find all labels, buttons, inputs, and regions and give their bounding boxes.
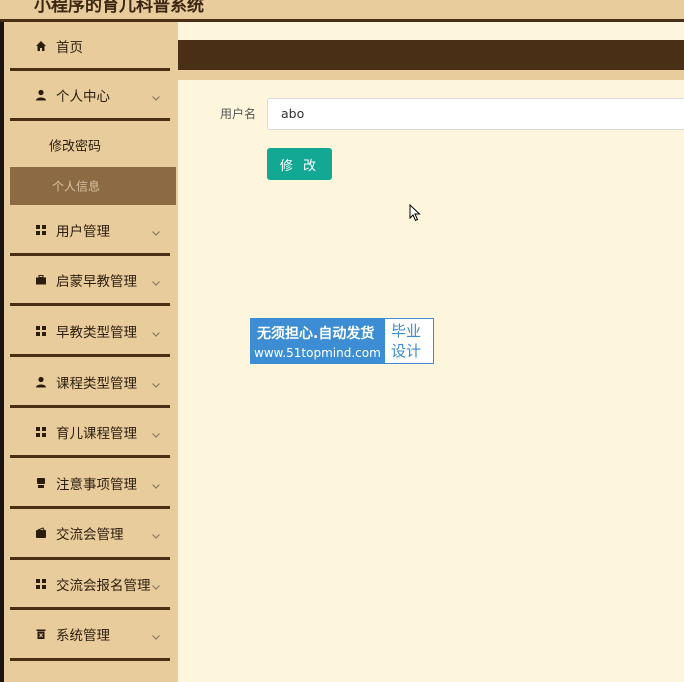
briefcase-icon <box>35 274 47 286</box>
trash-icon <box>35 628 47 640</box>
sidebar: 首页 个人中心 修改密码 个人信息 用户管理 启蒙早教管理 早教类型管理 课程类… <box>4 22 178 682</box>
grid-icon <box>35 325 47 337</box>
sidebar-item-exchange-registration[interactable]: 交流会报名管理 <box>4 560 178 608</box>
sidebar-item-notes[interactable]: 注意事项管理 <box>4 459 178 507</box>
watermark-badge: 无须担心.自动发货 www.51topmind.com 毕业设计 <box>250 318 434 364</box>
username-label: 用户名 <box>220 107 257 121</box>
submenu-personal-info[interactable]: 个人信息 <box>10 167 176 205</box>
submit-button[interactable]: 修 改 <box>267 148 332 180</box>
submenu-label: 修改密码 <box>49 139 102 155</box>
chevron-down-icon <box>150 274 162 286</box>
sidebar-item-personal-center[interactable]: 个人中心 <box>4 71 178 119</box>
content-header-bar <box>178 40 684 70</box>
username-input[interactable]: abo <box>267 98 684 130</box>
sidebar-item-home[interactable]: 首页 <box>4 22 178 70</box>
sidebar-item-label: 个人中心 <box>56 89 110 105</box>
sidebar-item-label: 注意事项管理 <box>56 477 137 493</box>
sidebar-item-early-enlightenment[interactable]: 启蒙早教管理 <box>4 256 178 304</box>
divider <box>10 303 170 306</box>
sidebar-item-label: 交流会报名管理 <box>56 578 151 594</box>
chevron-down-icon <box>150 578 162 590</box>
submenu-change-password[interactable]: 修改密码 <box>10 126 176 164</box>
chevron-down-icon <box>150 628 162 640</box>
sidebar-item-label: 启蒙早教管理 <box>56 274 137 290</box>
grid-icon <box>35 578 47 590</box>
watermark-right: 毕业设计 <box>391 322 422 360</box>
mouse-cursor-icon <box>409 203 421 226</box>
chevron-down-icon <box>150 477 162 489</box>
sidebar-item-course-type[interactable]: 课程类型管理 <box>4 358 178 406</box>
divider <box>10 354 170 357</box>
sidebar-item-label: 首页 <box>56 40 83 56</box>
user-icon <box>35 89 47 101</box>
watermark-line1: 无须担心.自动发货 <box>257 326 375 342</box>
top-header: 小程序的育儿科普系统 <box>0 0 684 22</box>
grid-icon <box>35 224 47 236</box>
watermark-left: 无须担心.自动发货 www.51topmind.com <box>251 319 385 363</box>
sidebar-item-exchange-meeting[interactable]: 交流会管理 <box>4 509 178 557</box>
sidebar-item-label: 课程类型管理 <box>56 376 137 392</box>
user-icon <box>35 376 47 388</box>
chevron-down-icon <box>150 89 162 101</box>
content-header-stripe <box>178 70 684 80</box>
chevron-down-icon <box>150 527 162 539</box>
printer-icon <box>35 477 47 489</box>
divider <box>10 658 170 661</box>
wallet-icon <box>35 527 47 539</box>
home-icon <box>35 40 47 52</box>
sidebar-item-label: 交流会管理 <box>56 527 124 543</box>
app-title: 小程序的育儿科普系统 <box>34 0 204 16</box>
chevron-down-icon <box>150 325 162 337</box>
sidebar-item-education-type[interactable]: 早教类型管理 <box>4 307 178 355</box>
chevron-down-icon <box>150 224 162 236</box>
sidebar-item-system[interactable]: 系统管理 <box>4 610 178 658</box>
sidebar-item-user-management[interactable]: 用户管理 <box>4 206 178 254</box>
sidebar-item-label: 早教类型管理 <box>56 325 137 341</box>
sidebar-item-label: 育儿课程管理 <box>56 426 137 442</box>
submenu-label: 个人信息 <box>52 179 101 194</box>
grid-icon <box>35 426 47 438</box>
divider <box>10 455 170 458</box>
chevron-down-icon <box>150 426 162 438</box>
sidebar-item-parenting-course[interactable]: 育儿课程管理 <box>4 408 178 456</box>
sidebar-item-label: 用户管理 <box>56 224 110 240</box>
chevron-down-icon <box>150 376 162 388</box>
sidebar-item-label: 系统管理 <box>56 628 110 644</box>
divider <box>10 118 170 121</box>
watermark-line2: www.51topmind.com <box>254 346 381 360</box>
